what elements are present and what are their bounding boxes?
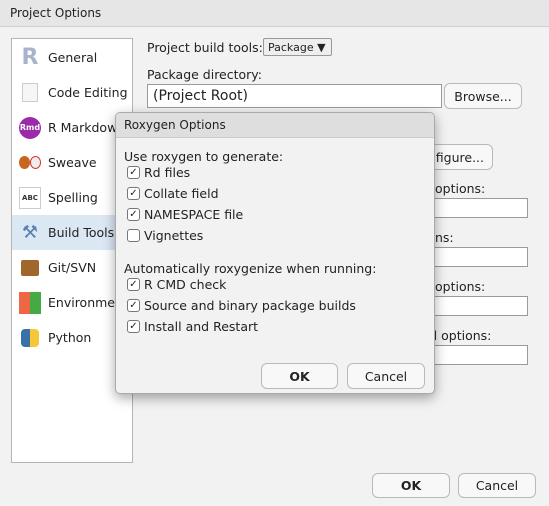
build-tools-select[interactable]: Package ▼ [263, 38, 332, 56]
empty-checkbox-box [127, 229, 140, 242]
python-icon [19, 327, 41, 349]
checkmark-icon: ✓ [127, 320, 140, 333]
sidebar-item-label: Sweave [48, 155, 97, 170]
package-directory-label: Package directory: [147, 67, 263, 82]
package-directory-value: (Project Root) [153, 88, 248, 104]
cancel-label: Cancel [364, 368, 408, 384]
checkmark-icon: ✓ [127, 187, 140, 200]
dialog-title: Roxygen Options [124, 118, 226, 132]
spelling-icon: ABC [19, 186, 41, 209]
binary-options-label: options: [435, 279, 486, 294]
checkmark-icon: ✓ [127, 299, 140, 312]
generate-label: Use roxygen to generate: [124, 149, 284, 164]
sweave-icon [19, 152, 41, 174]
chevron-down-icon: ▼ [317, 41, 326, 54]
ok-label: OK [400, 478, 422, 493]
sidebar-item-environments[interactable]: Environments [12, 285, 132, 320]
checkbox-label: Source and binary package builds [144, 298, 356, 313]
binary-options-input[interactable] [420, 296, 528, 316]
rd-files-checkbox[interactable]: ✓ Rd files [127, 165, 190, 180]
collate-field-checkbox[interactable]: ✓ Collate field [127, 186, 219, 201]
title-bar: Project Options [0, 0, 549, 27]
configure-label: figure... [435, 149, 484, 165]
checkbox-label: Install and Restart [144, 319, 259, 334]
sidebar-item-label: Git/SVN [48, 260, 97, 275]
sidebar-item-general[interactable]: R General [12, 40, 132, 75]
tools-icon: ⚒ [21, 222, 39, 243]
build-options-label: ns: [435, 230, 454, 245]
dialog-cancel-button[interactable]: Cancel [347, 363, 425, 389]
sidebar-item-code-editing[interactable]: Code Editing [12, 75, 132, 110]
vignettes-checkbox[interactable]: Vignettes [127, 228, 203, 243]
auto-roxygenize-label: Automatically roxygenize when running: [124, 261, 377, 276]
sidebar-item-python[interactable]: Python [12, 320, 132, 355]
window-title: Project Options [10, 6, 102, 20]
checkbox-label: R CMD check [144, 277, 227, 292]
sidebar-item-label: Build Tools [48, 225, 115, 240]
checkmark-icon: ✓ [127, 208, 140, 221]
r-logo-icon: R [21, 45, 39, 70]
dialog-title-bar: Roxygen Options [116, 113, 434, 138]
cancel-label: Cancel [475, 478, 519, 493]
install-restart-checkbox[interactable]: ✓ Install and Restart [127, 319, 258, 334]
install-options-label: al options: [426, 328, 492, 343]
check-options-label: options: [435, 181, 486, 196]
sidebar-item-label: Code Editing [48, 85, 128, 100]
roxygen-options-dialog: Roxygen Options Use roxygen to generate:… [115, 112, 435, 394]
sidebar-item-label: R Markdown [48, 120, 126, 135]
environments-icon [19, 291, 41, 314]
package-directory-input[interactable]: (Project Root) [147, 84, 442, 108]
r-cmd-check-checkbox[interactable]: ✓ R CMD check [127, 277, 226, 292]
sidebar-item-spelling[interactable]: ABC Spelling [12, 180, 132, 215]
sidebar-item-build-tools[interactable]: ⚒ Build Tools [12, 215, 132, 250]
package-builds-checkbox[interactable]: ✓ Source and binary package builds [127, 298, 356, 313]
checkmark-icon: ✓ [127, 278, 140, 291]
document-icon [19, 82, 41, 104]
check-options-input[interactable] [420, 198, 528, 218]
browse-label: Browse... [454, 88, 512, 104]
namespace-file-checkbox[interactable]: ✓ NAMESPACE file [127, 207, 243, 222]
checkbox-label: Collate field [144, 186, 219, 201]
sidebar-item-git-svn[interactable]: Git/SVN [12, 250, 132, 285]
box-icon [19, 257, 41, 279]
browse-button[interactable]: Browse... [444, 83, 522, 109]
sidebar-item-r-markdown[interactable]: Rmd R Markdown [12, 110, 132, 145]
sidebar-item-label: Spelling [48, 190, 98, 205]
sidebar-item-label: General [48, 50, 98, 65]
checkbox-label: Vignettes [144, 228, 204, 243]
build-tools-value: Package [268, 41, 314, 54]
build-options-input[interactable] [420, 247, 528, 267]
ok-button[interactable]: OK [372, 473, 450, 498]
checkbox-label: NAMESPACE file [144, 207, 244, 222]
rmd-icon: Rmd [19, 116, 41, 139]
ok-label: OK [289, 368, 310, 384]
sidebar-item-label: Python [48, 330, 92, 345]
build-tools-label: Project build tools: [147, 40, 263, 55]
cancel-button[interactable]: Cancel [458, 473, 536, 498]
checkmark-icon: ✓ [127, 166, 140, 179]
dialog-ok-button[interactable]: OK [261, 363, 338, 389]
checkbox-label: Rd files [144, 165, 191, 180]
install-options-input[interactable] [420, 345, 528, 365]
sidebar-item-sweave[interactable]: Sweave [12, 145, 132, 180]
